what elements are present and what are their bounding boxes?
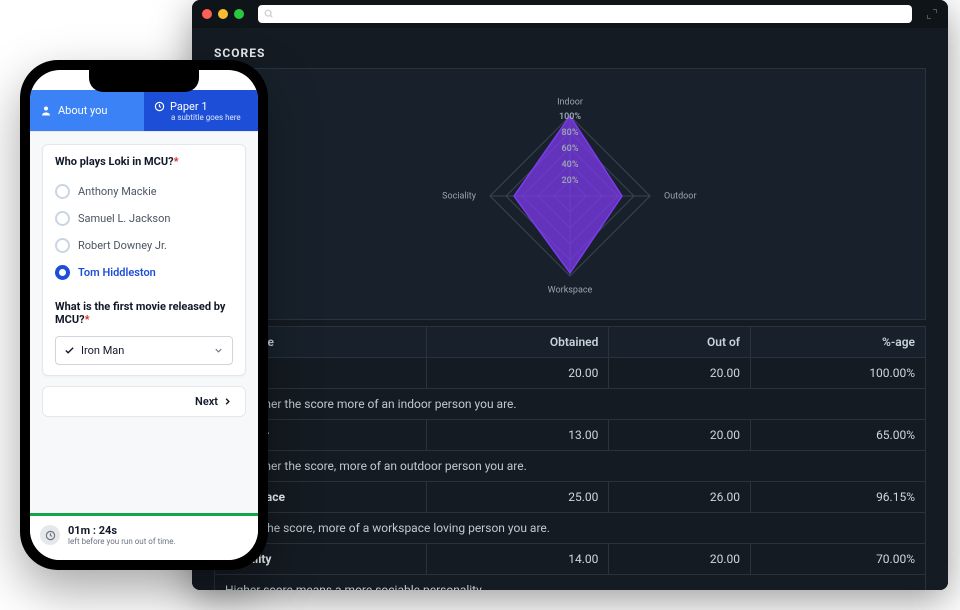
svg-text:Workspace: Workspace	[548, 285, 593, 295]
q1-text: Who plays Loki in MCU?	[55, 155, 174, 168]
window-close-dot[interactable]	[202, 9, 212, 19]
table-row: Workspace 25.00 26.00 96.15%	[215, 482, 926, 513]
clock-icon	[154, 101, 165, 112]
table-row: Sociality 14.00 20.00 70.00%	[215, 544, 926, 575]
row-obtained: 25.00	[427, 482, 609, 513]
table-desc-row: Higher score means a more sociable perso…	[215, 575, 926, 591]
row-outof: 20.00	[609, 358, 751, 389]
window-content: SCORES Indoor Outdoor Workspace Sociality 20…	[192, 28, 948, 590]
radio-icon	[55, 184, 70, 199]
q1-label: Who plays Loki in MCU?*	[55, 155, 233, 168]
row-obtained: 14.00	[427, 544, 609, 575]
row-outof: 20.00	[609, 544, 751, 575]
svg-text:80%: 80%	[562, 128, 579, 138]
q2-text: What is the first movie released by MCU?	[55, 300, 225, 326]
q2-value: Iron Man	[81, 344, 124, 357]
option-label: Tom Hiddleston	[78, 266, 156, 279]
search-icon	[264, 9, 274, 19]
q2-select[interactable]: Iron Man	[55, 336, 233, 365]
row-desc: The higher the score more of an indoor p…	[215, 389, 926, 420]
row-desc: Higher score means a more sociable perso…	[215, 575, 926, 591]
check-icon	[64, 345, 75, 356]
tab-about-label: About you	[58, 104, 107, 117]
chevron-right-icon	[222, 396, 233, 407]
q1-option[interactable]: Robert Downey Jr.	[55, 232, 233, 259]
scores-table: Outcome Obtained Out of %-age Indoor 20.…	[214, 326, 926, 590]
phone-screen: About you Paper 1 a subtitle goes here W…	[30, 70, 258, 560]
row-obtained: 20.00	[427, 358, 609, 389]
radar-chart: Indoor Outdoor Workspace Sociality 20% 40% 60%…	[225, 79, 915, 309]
svg-text:Sociality: Sociality	[442, 191, 477, 201]
required-star: *	[85, 313, 90, 326]
table-header-row: Outcome Obtained Out of %-age	[215, 327, 926, 358]
window-min-dot[interactable]	[218, 9, 228, 19]
option-label: Robert Downey Jr.	[78, 239, 167, 252]
table-desc-row: The higher the score more of an indoor p…	[215, 389, 926, 420]
col-outof: Out of	[609, 327, 751, 358]
table-row: Outdoor 13.00 20.00 65.00%	[215, 420, 926, 451]
scores-heading: SCORES	[214, 46, 926, 60]
q1-option[interactable]: Samuel L. Jackson	[55, 205, 233, 232]
timer-icon	[40, 525, 60, 545]
quiz-body: Who plays Loki in MCU?* Anthony Mackie S…	[30, 132, 258, 513]
option-label: Samuel L. Jackson	[78, 212, 170, 225]
table-desc-row: Higher the score, more of a workspace lo…	[215, 513, 926, 544]
phone-notch	[89, 70, 199, 92]
tab-paper-subtitle: a subtitle goes here	[171, 113, 241, 122]
table-desc-row: The higher the score, more of an outdoor…	[215, 451, 926, 482]
expand-icon[interactable]	[926, 8, 938, 20]
row-outof: 26.00	[609, 482, 751, 513]
row-pct: 96.15%	[751, 482, 926, 513]
svg-text:Outdoor: Outdoor	[664, 191, 697, 201]
chevron-down-icon	[213, 345, 224, 356]
q1-option[interactable]: Anthony Mackie	[55, 178, 233, 205]
next-button[interactable]: Next	[42, 386, 246, 417]
radio-icon	[55, 265, 70, 280]
url-bar[interactable]	[258, 5, 912, 23]
row-obtained: 13.00	[427, 420, 609, 451]
row-desc: The higher the score, more of an outdoor…	[215, 451, 926, 482]
q1-option[interactable]: Tom Hiddleston	[55, 259, 233, 286]
window-max-dot[interactable]	[234, 9, 244, 19]
svg-text:40%: 40%	[562, 160, 579, 170]
timer-time: 01m : 24s	[68, 524, 176, 537]
radio-icon	[55, 238, 70, 253]
row-pct: 100.00%	[751, 358, 926, 389]
row-pct: 65.00%	[751, 420, 926, 451]
quiz-tabs: About you Paper 1 a subtitle goes here	[30, 90, 258, 132]
row-pct: 70.00%	[751, 544, 926, 575]
svg-text:Indoor: Indoor	[557, 97, 583, 107]
window-titlebar	[192, 0, 948, 28]
col-obtained: Obtained	[427, 327, 609, 358]
row-outof: 20.00	[609, 420, 751, 451]
next-label: Next	[195, 395, 218, 408]
phone-frame: About you Paper 1 a subtitle goes here W…	[20, 60, 268, 570]
person-icon	[40, 105, 52, 117]
timer-sub: left before you run out of time.	[68, 537, 176, 546]
tab-about-you[interactable]: About you	[30, 90, 144, 131]
svg-text:100%: 100%	[559, 112, 581, 122]
svg-text:20%: 20%	[562, 176, 579, 186]
scores-panel: Indoor Outdoor Workspace Sociality 20% 40% 60%…	[214, 68, 926, 320]
col-pct: %-age	[751, 327, 926, 358]
desktop-window: SCORES Indoor Outdoor Workspace Sociality 20…	[192, 0, 948, 590]
tab-paper-label: Paper 1	[170, 100, 208, 113]
quiz-card: Who plays Loki in MCU?* Anthony Mackie S…	[42, 144, 246, 376]
radio-icon	[55, 211, 70, 226]
option-label: Anthony Mackie	[78, 185, 157, 198]
tab-paper-1[interactable]: Paper 1 a subtitle goes here	[144, 90, 258, 131]
table-row: Indoor 20.00 20.00 100.00%	[215, 358, 926, 389]
svg-text:60%: 60%	[562, 144, 579, 154]
quiz-footer: 01m : 24s left before you run out of tim…	[30, 513, 258, 560]
q2-label: What is the first movie released by MCU?…	[55, 300, 233, 326]
required-star: *	[174, 155, 179, 168]
row-desc: Higher the score, more of a workspace lo…	[215, 513, 926, 544]
